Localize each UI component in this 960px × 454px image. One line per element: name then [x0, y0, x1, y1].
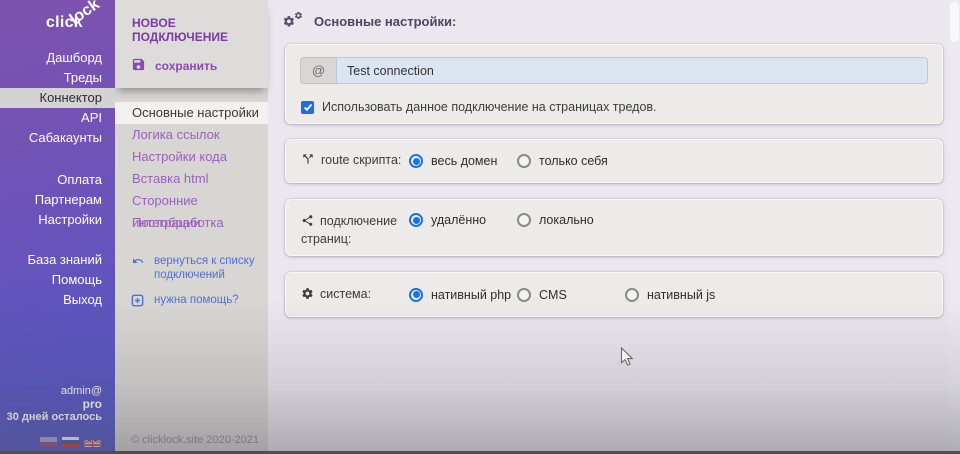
sidebar-nav-tertiary: База знаний Помощь Выход	[0, 250, 115, 310]
sidebar-item-settings[interactable]: Настройки	[0, 210, 115, 230]
save-button[interactable]: сохранить	[131, 57, 268, 75]
undo-arrow-icon	[131, 254, 146, 282]
share-icon	[301, 214, 314, 231]
sidebar-nav-secondary: Оплата Партнерам Настройки	[0, 170, 115, 230]
settings-gears-icon	[282, 11, 306, 31]
radio-only-self[interactable]: только себя	[517, 154, 608, 168]
account-days-left: 30 дней осталось	[7, 411, 102, 424]
copyright: © clicklock.site 2020-2021	[131, 434, 259, 446]
menu-item-integrations[interactable]: Сторонние интеграции	[115, 190, 268, 212]
scrollbar-thumb[interactable]	[950, 2, 959, 42]
route-icon	[301, 152, 315, 170]
at-icon: @	[300, 57, 336, 84]
panel-title: НОВОЕ ПОДКЛЮЧЕНИЕ	[115, 0, 268, 44]
app-window: click lock Дашборд Треды Коннектор API С…	[0, 0, 960, 454]
sidebar-item-logout[interactable]: Выход	[0, 290, 115, 310]
flag-poland-icon[interactable]	[40, 437, 57, 447]
radio-selected-icon	[409, 154, 423, 168]
save-button-label: сохранить	[155, 59, 217, 73]
radio-local[interactable]: локально	[517, 213, 594, 227]
connection-name-card: @ Использовать данное подключение на стр…	[285, 44, 943, 124]
radio-unselected-icon	[517, 154, 531, 168]
main-header: Основные настройки:	[268, 0, 960, 31]
page-title: Основные настройки:	[314, 14, 456, 29]
panel-header: НОВОЕ ПОДКЛЮЧЕНИЕ сохранить	[115, 0, 268, 88]
radio-native-php[interactable]: нативный php	[409, 288, 517, 302]
menu-item-basic-settings[interactable]: Основные настройки	[115, 102, 268, 124]
sidebar-item-payment[interactable]: Оплата	[0, 170, 115, 190]
page-connection-card: подключение страниц: удалённо локально	[285, 199, 943, 256]
sidebar: click lock Дашборд Треды Коннектор API С…	[0, 0, 115, 454]
sidebar-item-subaccounts[interactable]: Сабакаунты	[0, 128, 115, 148]
flag-russia-icon[interactable]	[62, 437, 79, 447]
radio-unselected-icon	[517, 288, 531, 302]
checkbox-checked-icon	[301, 101, 314, 114]
menu-item-postprocessing[interactable]: Постобработка	[115, 212, 268, 234]
menu-item-html-insert[interactable]: Вставка html	[115, 168, 268, 190]
connection-name-input[interactable]	[336, 57, 928, 84]
checkbox-label: Использовать данное подключение на стран…	[322, 100, 657, 114]
sidebar-item-partners[interactable]: Партнерам	[0, 190, 115, 210]
language-switcher	[40, 437, 101, 447]
system-gear-icon	[301, 287, 314, 304]
sidebar-item-connector[interactable]: Коннектор	[0, 88, 115, 108]
connection-panel: НОВОЕ ПОДКЛЮЧЕНИЕ сохранить Основные нас…	[115, 0, 268, 454]
box-plus-icon	[131, 293, 146, 311]
use-on-thread-pages-checkbox[interactable]: Использовать данное подключение на стран…	[301, 100, 657, 114]
sidebar-nav-primary: Дашборд Треды Коннектор API Сабакаунты	[0, 48, 115, 148]
account-plan: pro	[7, 398, 102, 411]
connection-settings-menu: Основные настройки Логика ссылок Настрой…	[115, 88, 268, 234]
back-to-list-label: вернуться к списку подключений	[154, 254, 256, 282]
sidebar-item-help[interactable]: Помощь	[0, 270, 115, 290]
sidebar-item-dashboard[interactable]: Дашборд	[0, 48, 115, 68]
script-route-card: route скрипта: весь домен только себя	[285, 139, 943, 183]
main-content: Основные настройки: @ Использовать данно…	[268, 0, 960, 454]
panel-links: вернуться к списку подключений нужна пом…	[115, 254, 268, 311]
help-link-label: нужна помощь?	[154, 293, 239, 311]
connection-name-input-group: @	[300, 57, 928, 84]
system-card: система: нативный php CMS нативный js	[285, 272, 943, 317]
radio-unselected-icon	[517, 213, 531, 227]
sidebar-item-api[interactable]: API	[0, 108, 115, 128]
radio-unselected-icon	[625, 288, 639, 302]
sidebar-item-knowledge-base[interactable]: База знаний	[0, 250, 115, 270]
save-icon	[131, 57, 146, 75]
radio-remote[interactable]: удалённо	[409, 213, 517, 227]
clicklock-logo[interactable]: click lock	[0, 0, 115, 44]
radio-whole-domain[interactable]: весь домен	[409, 154, 517, 168]
scrollbar[interactable]	[949, 0, 960, 454]
script-route-label: route скрипта:	[301, 152, 409, 170]
menu-item-link-logic[interactable]: Логика ссылок	[115, 124, 268, 146]
radio-selected-icon	[409, 213, 423, 227]
system-label: система:	[301, 286, 409, 304]
menu-item-code-settings[interactable]: Настройки кода	[115, 146, 268, 168]
radio-cms[interactable]: CMS	[517, 288, 625, 302]
help-link[interactable]: нужна помощь?	[131, 293, 268, 311]
radio-native-js[interactable]: нативный js	[625, 288, 715, 302]
back-to-list-link[interactable]: вернуться к списку подключений	[131, 254, 268, 282]
page-connection-label: подключение страниц:	[301, 213, 409, 247]
flag-uk-icon[interactable]	[84, 437, 101, 447]
radio-selected-icon	[409, 288, 423, 302]
sidebar-item-threads[interactable]: Треды	[0, 68, 115, 88]
account-info: admin@ pro 30 дней осталось	[7, 385, 102, 424]
